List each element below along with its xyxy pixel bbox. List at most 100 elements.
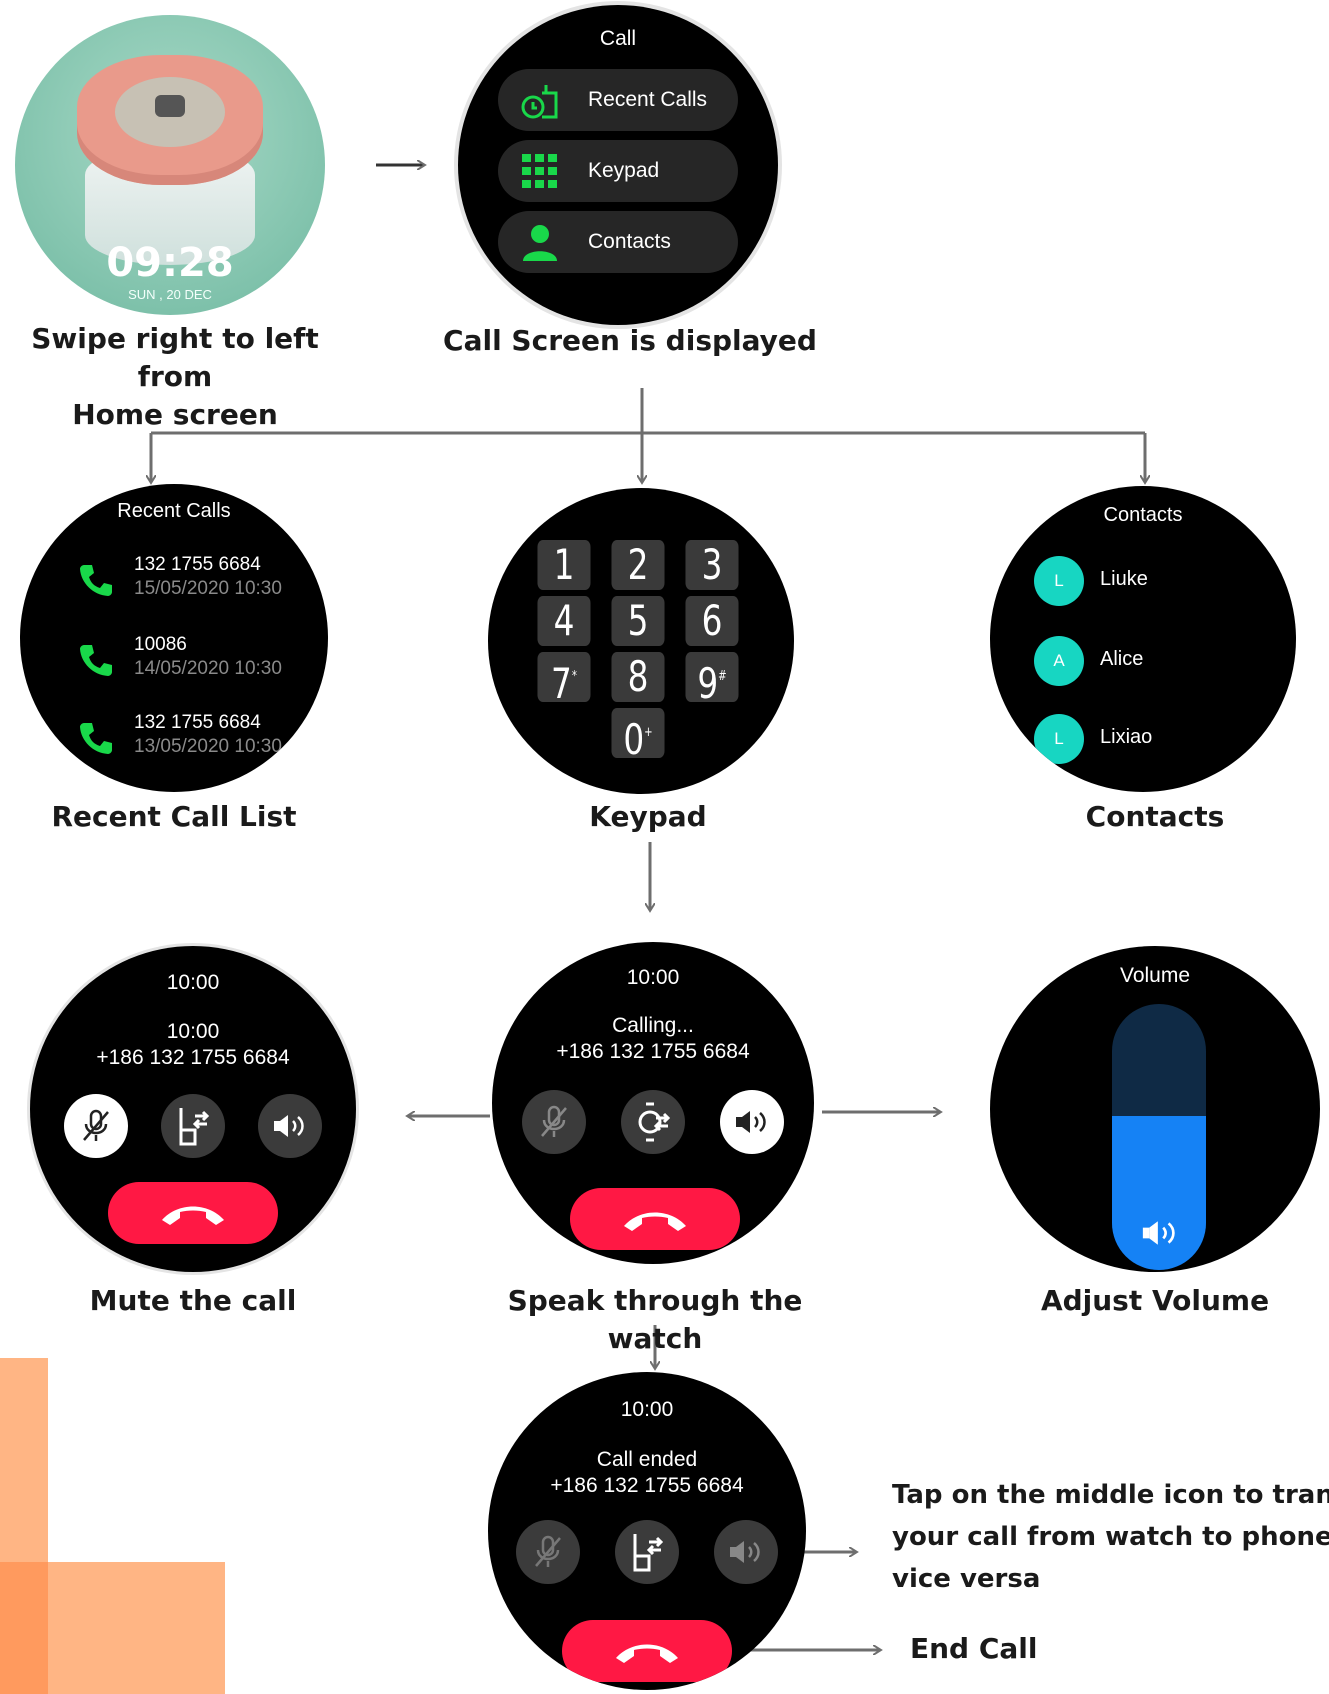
call-screen-watch: Call Recent Calls Keypad Contacts [458, 5, 778, 325]
contact-name: Alice [1100, 648, 1144, 670]
recent-call-row[interactable]: 132 1755 6684 13/05/2020 10:30 [54, 712, 328, 772]
contacts-button[interactable]: Contacts [498, 211, 738, 273]
end-call-button[interactable] [570, 1188, 740, 1250]
mic-off-icon [83, 1109, 109, 1141]
keypad-caption: Keypad [589, 800, 707, 833]
call-screen-caption: Call Screen is displayed [443, 324, 817, 357]
mute-status: 10:00 [166, 1020, 220, 1043]
speaker-icon [730, 1541, 760, 1563]
hang-up-icon [616, 1644, 678, 1663]
speaker-button[interactable] [258, 1094, 322, 1158]
key-0[interactable]: 0+ [611, 708, 665, 764]
home-caption: Swipe right to left from Home screen [0, 320, 350, 433]
key-4[interactable]: 4 [537, 596, 591, 646]
mute-number: +186 132 1755 6684 [96, 1046, 290, 1069]
home-caption-line1: Swipe right to left from [31, 322, 319, 393]
recent-call-datetime: 15/05/2020 10:30 [134, 578, 282, 599]
transfer-button[interactable] [621, 1090, 685, 1154]
hang-up-icon [624, 1212, 686, 1231]
keypad-label: Keypad [588, 159, 660, 182]
transfer-button[interactable] [615, 1520, 679, 1584]
speak-status: Calling... [612, 1014, 694, 1037]
mute-button[interactable] [516, 1520, 580, 1584]
mute-caption: Mute the call [89, 1284, 297, 1317]
contact-name: Lixiao [1100, 726, 1153, 748]
contact-name: Liuke [1100, 568, 1148, 590]
mic-off-icon [541, 1105, 567, 1137]
transfer-note: Tap on the middle icon to tran your call… [892, 1474, 1329, 1600]
end-call-note: End Call [910, 1632, 1038, 1665]
recent-calls-button[interactable]: Recent Calls [498, 69, 738, 131]
end-call-button[interactable] [108, 1182, 278, 1244]
contacts-title: Contacts [1103, 504, 1183, 526]
keypad-icon [522, 154, 557, 188]
phone-icon [80, 723, 112, 754]
key-1[interactable]: 1 [537, 540, 591, 590]
key-5[interactable]: 5 [611, 596, 665, 646]
contacts-label: Contacts [588, 230, 671, 253]
avatar: L [1034, 556, 1084, 606]
recent-call-datetime: 13/05/2020 10:30 [134, 736, 282, 757]
mute-watch: 10:00 10:00 +186 132 1755 6684 [30, 946, 356, 1272]
home-caption-line2: Home screen [72, 397, 278, 431]
transfer-icon [179, 1108, 210, 1146]
volume-watch: Volume [990, 946, 1320, 1272]
recent-call-row[interactable]: 10086 14/05/2020 10:30 [54, 634, 328, 694]
recent-calls-label: Recent Calls [588, 88, 708, 111]
phone-icon [80, 645, 112, 676]
ended-clock: 10:00 [620, 1398, 674, 1421]
recent-call-datetime: 14/05/2020 10:30 [134, 658, 282, 679]
speaker-button[interactable] [714, 1520, 778, 1584]
home-watch[interactable]: 09:28 SUN , 20 DEC [15, 15, 325, 315]
mute-button[interactable] [64, 1094, 128, 1158]
transfer-icon [633, 1534, 664, 1572]
end-call-button[interactable] [562, 1620, 732, 1682]
mic-off-icon [535, 1535, 561, 1567]
avatar: A [1034, 636, 1084, 686]
mute-button[interactable] [522, 1090, 586, 1154]
transfer-note-line2: your call from watch to phone [892, 1522, 1329, 1552]
contacts-watch: Contacts L Liuke A Alice L Lixiao [990, 486, 1296, 792]
key-7[interactable]: 7* [537, 652, 591, 708]
key-9[interactable]: 9# [685, 652, 739, 708]
transfer-note-line3: vice versa [892, 1564, 1041, 1594]
keypad-button[interactable]: Keypad [498, 140, 738, 202]
key-3[interactable]: 3 [685, 540, 739, 590]
hang-up-icon [162, 1206, 224, 1225]
contact-row[interactable]: A Alice [1034, 636, 1274, 686]
recent-call-number: 132 1755 6684 [134, 554, 261, 575]
transfer-note-line1: Tap on the middle icon to tran [892, 1480, 1329, 1510]
ended-watch: 10:00 Call ended +186 132 1755 6684 [488, 1372, 806, 1690]
phone-icon [80, 565, 112, 596]
volume-slider[interactable] [1112, 1004, 1206, 1270]
home-date: SUN , 20 DEC [128, 287, 212, 302]
keypad-watch: 1 2 3 4 5 6 7* 8 9# 0+ [488, 488, 794, 794]
key-8[interactable]: 8 [611, 652, 665, 702]
watchface-hub [155, 95, 185, 117]
speaker-icon [1142, 1221, 1175, 1245]
home-time: 09:28 [106, 240, 234, 286]
recent-calls-caption: Recent Call List [51, 800, 297, 833]
ended-number: +186 132 1755 6684 [550, 1474, 744, 1497]
speak-number: +186 132 1755 6684 [556, 1040, 750, 1063]
contact-row[interactable]: L Liuke [1034, 556, 1274, 606]
watch-transfer-icon [638, 1102, 671, 1142]
speaker-icon [274, 1115, 304, 1137]
speak-watch: 10:00 Calling... +186 132 1755 6684 [492, 942, 814, 1264]
speaker-button[interactable] [720, 1090, 784, 1154]
key-6[interactable]: 6 [685, 596, 739, 646]
speak-clock: 10:00 [626, 966, 680, 989]
recent-call-row[interactable]: 132 1755 6684 15/05/2020 10:30 [54, 554, 328, 614]
transfer-button[interactable] [161, 1094, 225, 1158]
contact-icon [523, 225, 557, 261]
contact-row[interactable]: L Lixiao [1034, 714, 1274, 764]
speak-caption: Speak through the watch [507, 1284, 803, 1355]
key-2[interactable]: 2 [611, 540, 665, 590]
recent-calls-watch: Recent Calls 132 1755 6684 15/05/2020 10… [20, 484, 328, 792]
recent-calls-title: Recent Calls [117, 500, 231, 522]
avatar: L [1034, 714, 1084, 764]
recent-call-number: 132 1755 6684 [134, 712, 261, 733]
ended-status: Call ended [596, 1448, 698, 1471]
volume-caption: Adjust Volume [1040, 1284, 1270, 1317]
contacts-caption: Contacts [1085, 800, 1225, 833]
